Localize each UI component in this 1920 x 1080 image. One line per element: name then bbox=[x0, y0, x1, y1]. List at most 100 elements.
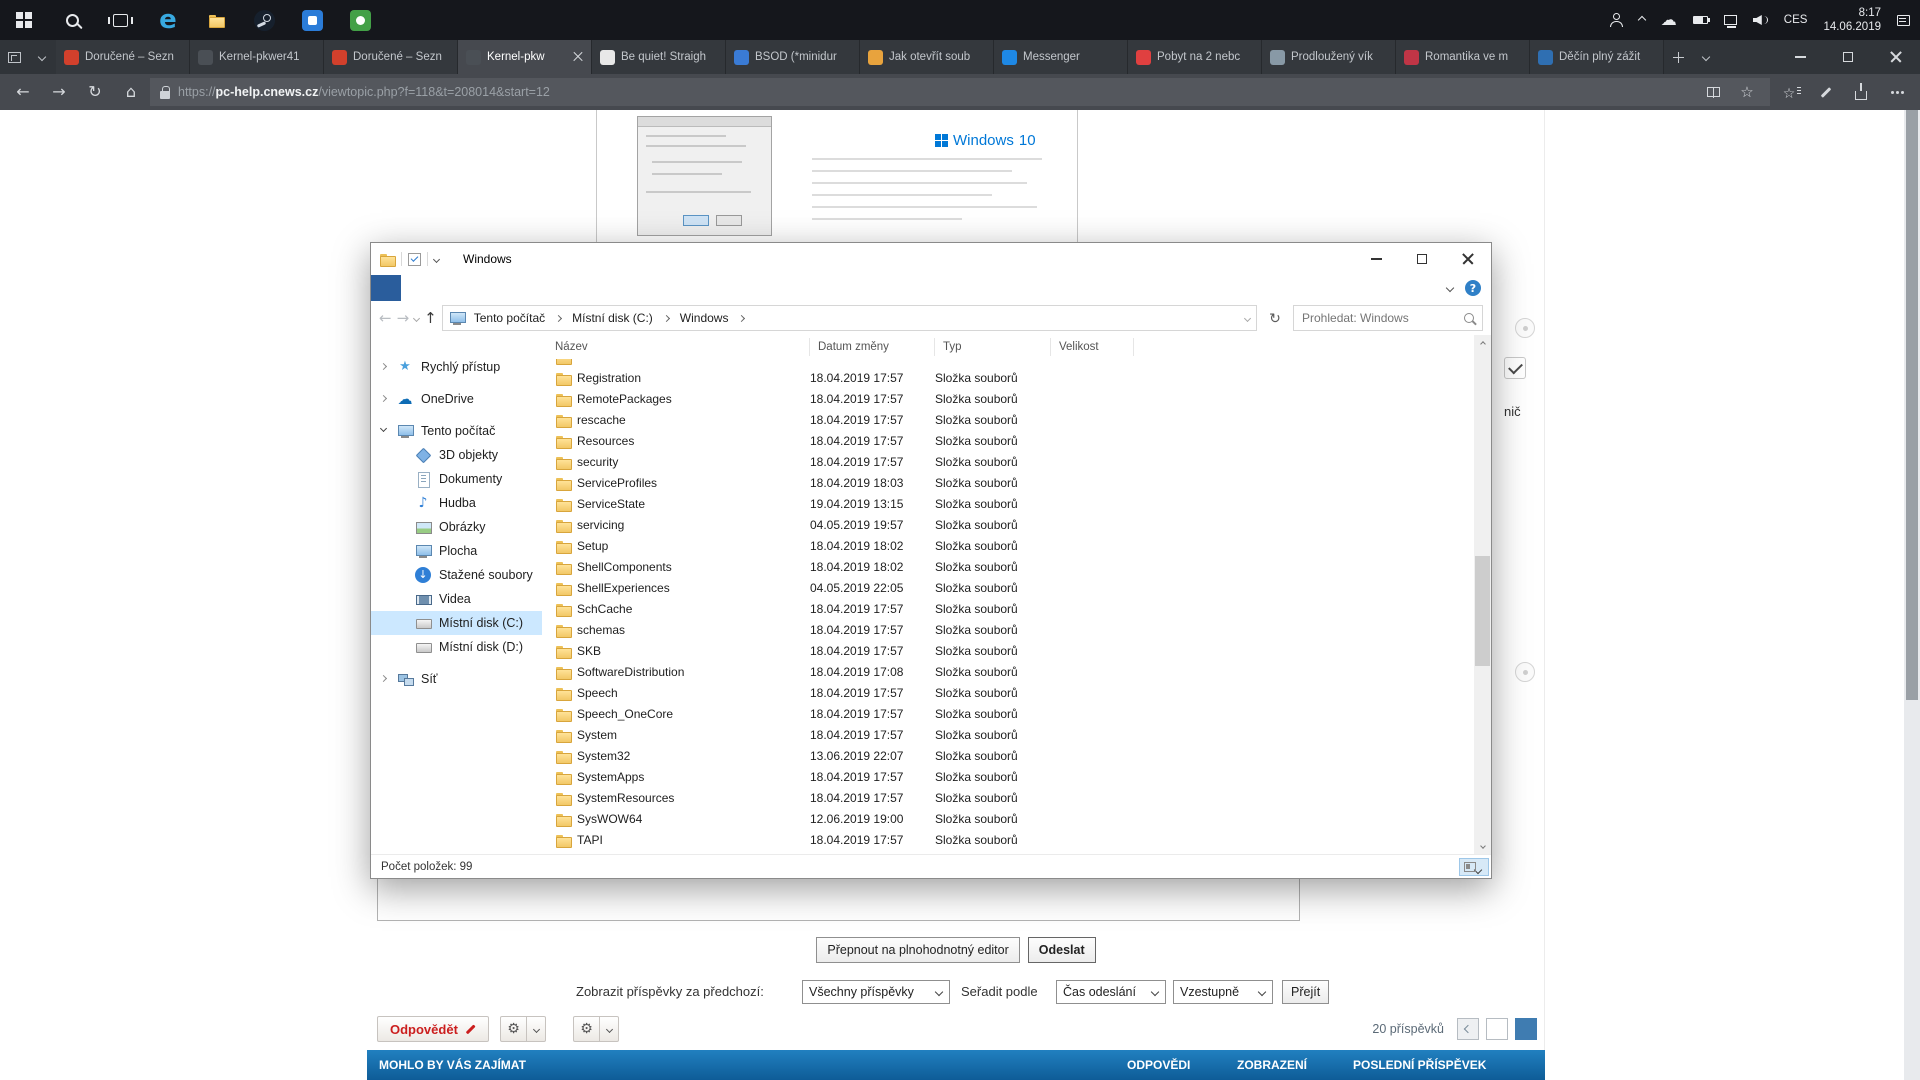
sidebar-item[interactable]: Rychlý přístup bbox=[371, 355, 542, 379]
properties-check-icon[interactable] bbox=[408, 253, 421, 266]
network-tray-button[interactable] bbox=[1716, 0, 1745, 40]
start-button[interactable] bbox=[0, 0, 48, 40]
file-row[interactable]: Speech_OneCore 18.04.2019 17:57 Složka s… bbox=[547, 703, 1474, 724]
sort-select[interactable]: Čas odeslání bbox=[1056, 980, 1166, 1004]
file-row[interactable]: SKB 18.04.2019 17:57 Složka souborů bbox=[547, 640, 1474, 661]
file-row[interactable]: ShellExperiences 04.05.2019 22:05 Složka… bbox=[547, 577, 1474, 598]
file-row[interactable]: Resources 18.04.2019 17:57 Složka soubor… bbox=[547, 430, 1474, 451]
sidebar-item[interactable]: Místní disk (C:) bbox=[371, 611, 542, 635]
page-button[interactable] bbox=[1486, 1018, 1508, 1040]
file-row[interactable]: RemotePackages 18.04.2019 17:57 Složka s… bbox=[547, 388, 1474, 409]
browser-tab[interactable]: BSOD (*minidur bbox=[726, 40, 860, 74]
file-row[interactable]: System32 13.06.2019 22:07 Složka souborů bbox=[547, 745, 1474, 766]
expander-icon[interactable] bbox=[380, 363, 387, 370]
taskbar-steam-button[interactable] bbox=[240, 0, 288, 40]
recent-locations-button[interactable] bbox=[413, 314, 420, 321]
scrollbar-thumb[interactable] bbox=[1906, 110, 1918, 700]
go-button[interactable]: Přejít bbox=[1282, 980, 1329, 1004]
taskbar-search-button[interactable] bbox=[48, 0, 96, 40]
set-aside-tabs-button[interactable] bbox=[0, 40, 28, 74]
help-button[interactable] bbox=[1465, 280, 1481, 296]
file-row[interactable]: ShellComponents 18.04.2019 18:02 Složka … bbox=[547, 556, 1474, 577]
reading-view-button[interactable] bbox=[1700, 77, 1726, 107]
sidebar-item[interactable]: Plocha bbox=[371, 539, 542, 563]
explorer-close-button[interactable] bbox=[1445, 243, 1491, 275]
up-button[interactable] bbox=[424, 311, 437, 326]
new-tab-button[interactable] bbox=[1664, 40, 1692, 74]
taskbar-blue-app-button[interactable] bbox=[288, 0, 336, 40]
page-button[interactable] bbox=[1515, 1018, 1537, 1040]
browser-minimize-button[interactable] bbox=[1776, 40, 1824, 74]
taskbar-explorer-button[interactable] bbox=[192, 0, 240, 40]
explorer-back-button[interactable] bbox=[379, 311, 392, 326]
browser-tab[interactable]: Kernel-pkwer41 bbox=[190, 40, 324, 74]
sidebar-item[interactable]: Videa bbox=[371, 587, 542, 611]
browser-tab[interactable]: Doručené – Sezn bbox=[324, 40, 458, 74]
file-row[interactable] bbox=[547, 359, 1474, 367]
task-view-button[interactable] bbox=[96, 0, 144, 40]
back-button[interactable] bbox=[6, 77, 40, 107]
file-row[interactable]: ServiceProfiles 18.04.2019 18:03 Složka … bbox=[547, 472, 1474, 493]
sidebar-item[interactable]: Tento počítač bbox=[371, 419, 542, 443]
people-button[interactable] bbox=[1601, 0, 1631, 40]
address-bar[interactable]: https://pc-help.cnews.cz/viewtopic.php?f… bbox=[150, 78, 1770, 106]
moderator-tools-dropdown[interactable] bbox=[600, 1016, 619, 1042]
file-row[interactable]: rescache 18.04.2019 17:57 Složka souborů bbox=[547, 409, 1474, 430]
breadcrumb-segment[interactable]: Místní disk (C:) bbox=[567, 311, 658, 325]
browser-close-button[interactable] bbox=[1872, 40, 1920, 74]
browser-tab[interactable]: Děčín plný zážit bbox=[1530, 40, 1664, 74]
browser-tab[interactable]: Jak otevřít soub bbox=[860, 40, 994, 74]
topic-tools-button[interactable] bbox=[500, 1016, 527, 1042]
explorer-refresh-button[interactable] bbox=[1262, 305, 1288, 331]
sidebar-item[interactable]: Dokumenty bbox=[371, 467, 542, 491]
browser-tab[interactable]: Be quiet! Straigh bbox=[592, 40, 726, 74]
favorites-hub-button[interactable] bbox=[1772, 77, 1806, 107]
breadcrumb-segment[interactable]: Windows bbox=[675, 311, 734, 325]
browser-tab[interactable]: Doručené – Sezn bbox=[56, 40, 190, 74]
browser-tab[interactable]: Prodloužený vík bbox=[1262, 40, 1396, 74]
file-row[interactable]: TAPI 18.04.2019 17:57 Složka souborů bbox=[547, 829, 1474, 850]
file-row[interactable]: SoftwareDistribution 18.04.2019 17:08 Sl… bbox=[547, 661, 1474, 682]
explorer-forward-button[interactable] bbox=[397, 311, 410, 326]
post-anchor-circle[interactable] bbox=[1515, 662, 1535, 682]
share-button[interactable] bbox=[1844, 77, 1878, 107]
explorer-search-box[interactable]: Prohledat: Windows bbox=[1293, 305, 1483, 331]
file-row[interactable]: security 18.04.2019 17:57 Složka souborů bbox=[547, 451, 1474, 472]
taskbar-clock[interactable]: 8:17 14.06.2019 bbox=[1815, 0, 1889, 40]
sidebar-item[interactable]: Síť bbox=[371, 667, 542, 691]
breadcrumb[interactable]: Tento počítač Místní disk (C:) Windows bbox=[442, 305, 1257, 331]
taskbar-green-app-button[interactable] bbox=[336, 0, 384, 40]
moderator-tools-button[interactable] bbox=[573, 1016, 600, 1042]
refresh-button[interactable] bbox=[78, 77, 112, 107]
home-button[interactable] bbox=[114, 77, 148, 107]
sidebar-item[interactable]: Obrázky bbox=[371, 515, 542, 539]
taskbar-edge-button[interactable] bbox=[144, 0, 192, 40]
tab-close-icon[interactable] bbox=[573, 52, 583, 62]
file-row[interactable]: Setup 18.04.2019 18:02 Složka souborů bbox=[547, 535, 1474, 556]
column-header-size[interactable]: Velikost bbox=[1051, 338, 1134, 356]
expand-ribbon-button[interactable] bbox=[1446, 284, 1454, 292]
explorer-minimize-button[interactable] bbox=[1353, 243, 1399, 275]
browser-maximize-button[interactable] bbox=[1824, 40, 1872, 74]
file-row[interactable]: schemas 18.04.2019 17:57 Složka souborů bbox=[547, 619, 1474, 640]
scroll-down-button[interactable] bbox=[1474, 837, 1491, 854]
file-row[interactable]: ServiceState 19.04.2019 13:15 Složka sou… bbox=[547, 493, 1474, 514]
explorer-titlebar[interactable]: Windows bbox=[371, 243, 1491, 275]
post-anchor-circle[interactable] bbox=[1515, 318, 1535, 338]
sidebar-item[interactable]: Stažené soubory bbox=[371, 563, 542, 587]
settings-menu-button[interactable] bbox=[1880, 77, 1914, 107]
expander-icon[interactable] bbox=[380, 425, 387, 432]
browser-tab[interactable]: Romantika ve m bbox=[1396, 40, 1530, 74]
file-row[interactable]: SystemResources 18.04.2019 17:57 Složka … bbox=[547, 787, 1474, 808]
battery-tray-button[interactable] bbox=[1685, 0, 1716, 40]
expander-icon[interactable] bbox=[380, 675, 387, 682]
reply-button[interactable]: Odpovědět bbox=[377, 1016, 489, 1042]
browser-tab[interactable]: Messenger bbox=[994, 40, 1128, 74]
column-header-date[interactable]: Datum změny bbox=[810, 338, 935, 356]
file-row[interactable]: servicing 04.05.2019 19:57 Složka soubor… bbox=[547, 514, 1474, 535]
breadcrumb-segment[interactable]: Tento počítač bbox=[469, 311, 550, 325]
file-row[interactable]: Speech 18.04.2019 17:57 Složka souborů bbox=[547, 682, 1474, 703]
topic-tools-dropdown[interactable] bbox=[527, 1016, 546, 1042]
address-dropdown-button[interactable] bbox=[1244, 314, 1251, 321]
post-embedded-image[interactable]: Windows10 bbox=[596, 110, 1078, 242]
